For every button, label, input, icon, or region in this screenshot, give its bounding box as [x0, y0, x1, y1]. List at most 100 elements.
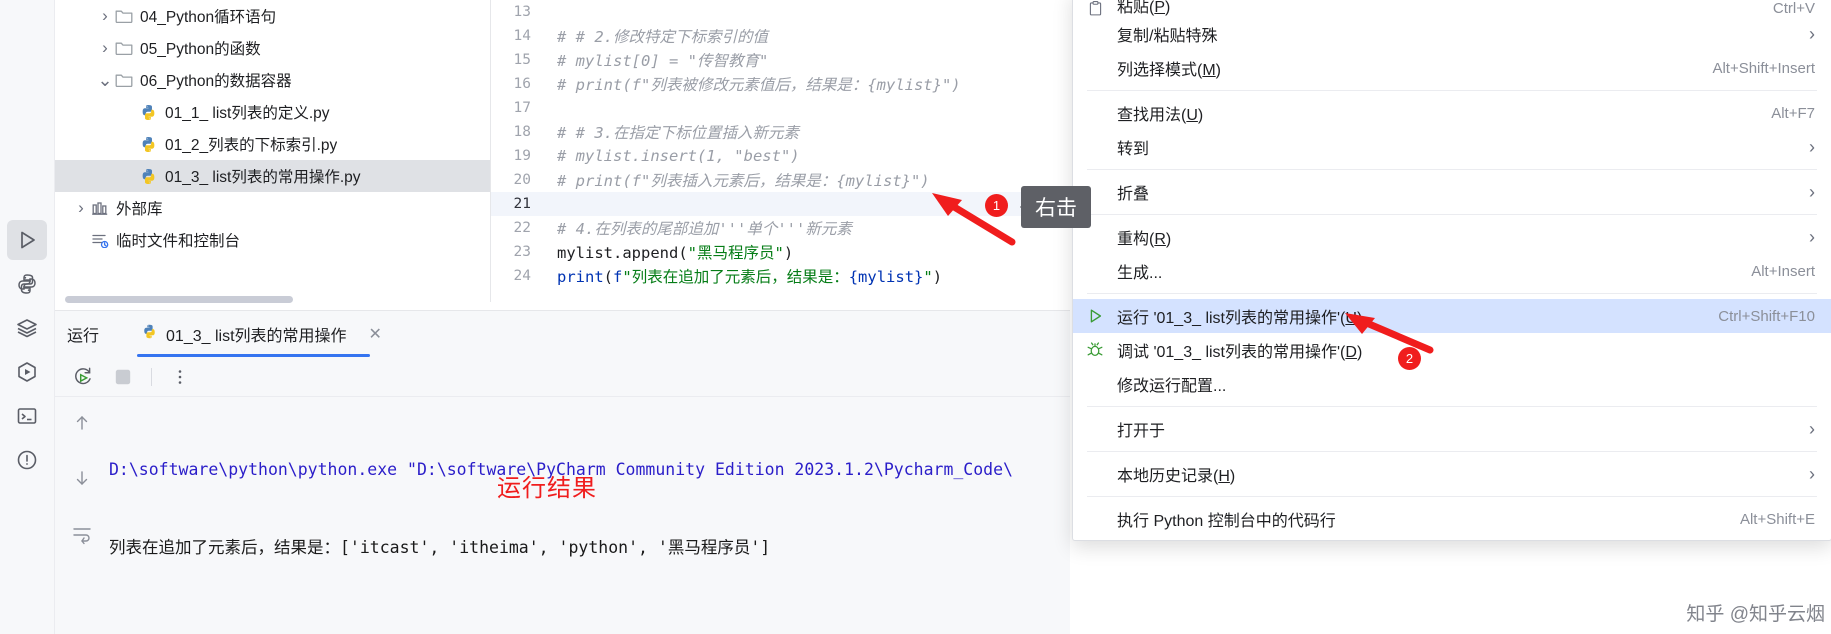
- python-file-icon: [139, 103, 158, 122]
- tree-item-label: 04_Python循环语句: [140, 9, 277, 26]
- menu-item-13[interactable]: 调试 '01_3_ list列表的常用操作'(D): [1073, 333, 1831, 367]
- token-cmt: # 4.在列表的尾部追加'''单个'''新元素: [557, 220, 852, 238]
- rail-python-console-icon[interactable]: [7, 352, 47, 392]
- code-line-22[interactable]: 22 # 4.在列表的尾部追加'''单个'''新元素: [491, 216, 1070, 240]
- menu-item-12[interactable]: 运行 '01_3_ list列表的常用操作'(U) Ctrl+Shift+F10: [1073, 299, 1831, 333]
- line-number: 24: [513, 268, 531, 284]
- menu-label-head: 本地历史记录(: [1117, 468, 1219, 485]
- project-tree-hscrollbar[interactable]: [65, 296, 293, 303]
- tree-item-1[interactable]: › 05_Python的函数: [55, 32, 490, 64]
- line-number: 15: [513, 52, 531, 68]
- menu-item-1[interactable]: 复制/粘贴特殊 ›: [1073, 17, 1831, 51]
- menu-item-2[interactable]: 列选择模式(M) Alt+Shift+Insert: [1073, 51, 1831, 85]
- rail-problems-icon[interactable]: [7, 440, 47, 480]
- tree-item-0[interactable]: › 04_Python循环语句: [55, 0, 490, 32]
- token-cmt: # # 3.在指定下标位置插入新元素: [557, 124, 799, 142]
- menu-item-20[interactable]: 执行 Python 控制台中的代码行 Alt+Shift+E: [1073, 502, 1831, 536]
- menu-label-tail: ): [1165, 0, 1171, 16]
- rail-database-icon[interactable]: [7, 308, 47, 348]
- pycharm-window: › 04_Python循环语句 › 05_Python的函数 ⌄ 06_Python的数据…: [0, 0, 1831, 634]
- menu-item-14[interactable]: 修改运行配置...: [1073, 367, 1831, 401]
- menu-label-tail: ): [1229, 468, 1236, 485]
- menu-item-16[interactable]: 打开于 ›: [1073, 412, 1831, 446]
- chevron-down-icon[interactable]: ⌄: [95, 71, 115, 89]
- menu-separator: [1087, 90, 1817, 91]
- tree-item-7[interactable]: 临时文件和控制台: [55, 224, 490, 256]
- code-line-13[interactable]: 13: [491, 0, 1070, 24]
- menu-separator: [1087, 496, 1817, 497]
- menu-item-0[interactable]: 粘贴(P) Ctrl+V: [1073, 0, 1831, 17]
- chevron-right-icon[interactable]: ›: [95, 6, 115, 26]
- code-line-23[interactable]: 23 mylist.append("黑马程序员"): [491, 240, 1070, 264]
- scroll-up-button[interactable]: [72, 413, 92, 438]
- tree-item-2[interactable]: ⌄ 06_Python的数据容器: [55, 64, 490, 96]
- rerun-button[interactable]: [69, 363, 97, 391]
- code-line-21[interactable]: 21: [491, 192, 1070, 216]
- tree-item-3[interactable]: 01_1_ list列表的定义.py: [55, 96, 490, 128]
- rail-run-icon[interactable]: [7, 220, 47, 260]
- token-cmt: # # 2.修改特定下标索引的值: [557, 28, 768, 46]
- right-click-tooltip: 右击: [1020, 186, 1091, 228]
- tree-item-label: 01_3_ list列表的常用操作.py: [165, 169, 361, 186]
- rail-python-packages-icon[interactable]: [7, 264, 47, 304]
- close-tab-icon[interactable]: ✕: [369, 324, 382, 344]
- annotation-badge-1: 1: [985, 194, 1008, 217]
- scroll-down-button[interactable]: [72, 468, 92, 493]
- line-number: 14: [513, 28, 531, 44]
- code-line-16[interactable]: 16 # print(f"列表被修改元素值后，结果是：{mylist}"): [491, 72, 1070, 96]
- menu-item-4[interactable]: 查找用法(U) Alt+F7: [1073, 96, 1831, 130]
- folder-icon: [115, 72, 133, 88]
- menu-item-18[interactable]: 本地历史记录(H) ›: [1073, 457, 1831, 491]
- menu-item-shortcut: Alt+Shift+Insert: [1712, 59, 1815, 77]
- line-number: 17: [513, 100, 531, 116]
- code-line-15[interactable]: 15 # mylist[0] = "传智教育": [491, 48, 1070, 72]
- run-configuration-tab[interactable]: 01_3_ list列表的常用操作 ✕: [137, 311, 386, 357]
- tree-item-label: 01_2_列表的下标索引.py: [165, 137, 338, 154]
- code-editor[interactable]: 13 14 # # 2.修改特定下标索引的值 15 # mylist[0] = "传智教…: [490, 0, 1070, 302]
- rail-terminal-icon[interactable]: [7, 396, 47, 436]
- line-number: 19: [513, 148, 531, 164]
- code-line-18[interactable]: 18 # # 3.在指定下标位置插入新元素: [491, 120, 1070, 144]
- chevron-right-icon[interactable]: ›: [71, 198, 91, 218]
- stop-button[interactable]: [109, 363, 137, 391]
- console-result-line: 列表在追加了元素后，结果是：['itcast', 'itheima', 'pyt…: [109, 538, 771, 557]
- menu-item-5[interactable]: 转到 ›: [1073, 130, 1831, 164]
- menu-label-tail: ): [1215, 62, 1221, 79]
- menu-label-mnemonic: R: [1154, 231, 1166, 248]
- line-number: 22: [513, 220, 531, 236]
- console-area: D:\software\python\python.exe "D:\softwa…: [55, 397, 1070, 634]
- code-line-14[interactable]: 14 # # 2.修改特定下标索引的值: [491, 24, 1070, 48]
- code-line-19[interactable]: 19 # mylist.insert(1, "best"): [491, 144, 1070, 168]
- scratches-icon: [91, 232, 109, 248]
- project-tree[interactable]: › 04_Python循环语句 › 05_Python的函数 ⌄ 06_Python的数据…: [55, 0, 490, 300]
- tree-item-label: 05_Python的函数: [140, 41, 261, 58]
- run-tool-window-title: 运行: [67, 328, 100, 345]
- annotation-badge-2: 2: [1398, 347, 1421, 370]
- toolbar-divider: [151, 367, 152, 386]
- soft-wrap-button[interactable]: [71, 523, 93, 550]
- code-line-24[interactable]: 24 print(f"列表在追加了元素后，结果是：{mylist}"): [491, 264, 1070, 288]
- menu-item-10[interactable]: 生成... Alt+Insert: [1073, 254, 1831, 288]
- code-line-20[interactable]: 20 # print(f"列表插入元素后，结果是：{mylist}"): [491, 168, 1070, 192]
- menu-separator: [1087, 214, 1817, 215]
- editor-context-menu[interactable]: 粘贴(P) Ctrl+V 复制/粘贴特殊 › 列选择模式(M) Alt+Shift+Ins…: [1072, 0, 1831, 541]
- watermark: 知乎 @知乎云烟: [1686, 604, 1825, 625]
- code-text: # # 3.在指定下标位置插入新元素: [543, 121, 799, 143]
- menu-item-7[interactable]: 折叠 ›: [1073, 175, 1831, 209]
- python-file-icon: [141, 323, 158, 345]
- menu-item-9[interactable]: 重构(R) ›: [1073, 220, 1831, 254]
- code-line-17[interactable]: 17: [491, 96, 1070, 120]
- tree-item-6[interactable]: › 外部库: [55, 192, 490, 224]
- menu-label-mnemonic: M: [1202, 62, 1216, 79]
- menu-separator: [1087, 406, 1817, 407]
- chevron-right-icon[interactable]: ›: [95, 38, 115, 58]
- menu-label-tail: ): [1197, 107, 1204, 124]
- token-pun: ): [932, 268, 943, 286]
- tree-item-5[interactable]: 01_3_ list列表的常用操作.py: [55, 160, 490, 192]
- menu-item-shortcut: Alt+F7: [1771, 104, 1815, 122]
- menu-label-head: 运行 '01_3_ list列表的常用操作'(: [1117, 310, 1346, 327]
- token-cmt: # mylist[0] = "传智教育": [557, 52, 769, 70]
- console-output[interactable]: D:\software\python\python.exe "D:\softwa…: [109, 397, 1070, 634]
- more-options-button[interactable]: [166, 363, 194, 391]
- tree-item-4[interactable]: 01_2_列表的下标索引.py: [55, 128, 490, 160]
